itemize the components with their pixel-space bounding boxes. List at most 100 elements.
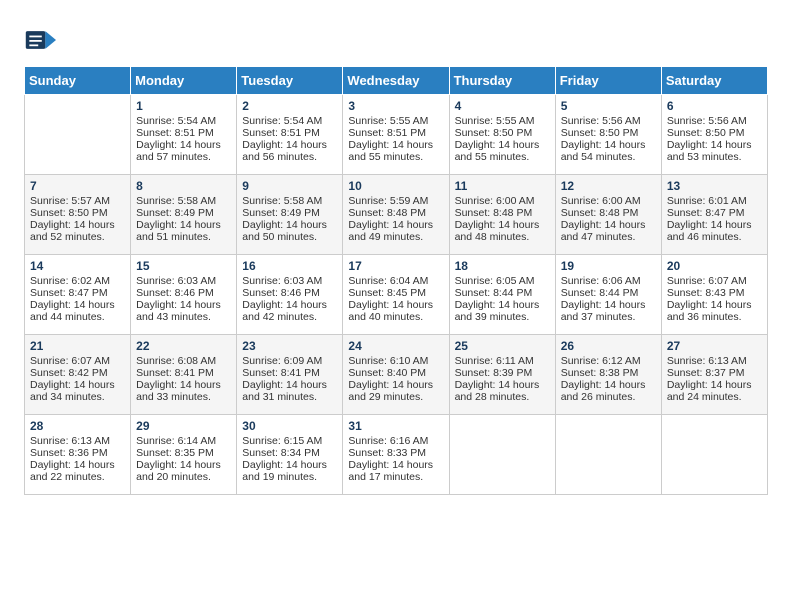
day-number: 25 <box>455 339 550 353</box>
cell-content-line: Sunset: 8:43 PM <box>667 287 762 299</box>
cell-content-line: Sunrise: 6:09 AM <box>242 355 337 367</box>
calendar-cell: 7Sunrise: 5:57 AMSunset: 8:50 PMDaylight… <box>25 175 131 255</box>
day-number: 18 <box>455 259 550 273</box>
cell-content-line: Daylight: 14 hours <box>667 379 762 391</box>
cell-content-line: Sunset: 8:49 PM <box>242 207 337 219</box>
calendar-cell: 24Sunrise: 6:10 AMSunset: 8:40 PMDayligh… <box>343 335 449 415</box>
cell-content-line: Daylight: 14 hours <box>667 299 762 311</box>
calendar-cell: 17Sunrise: 6:04 AMSunset: 8:45 PMDayligh… <box>343 255 449 335</box>
cell-content-line: Sunset: 8:47 PM <box>30 287 125 299</box>
cell-content-line: Sunset: 8:50 PM <box>667 127 762 139</box>
day-number: 28 <box>30 419 125 433</box>
cell-content-line: and 55 minutes. <box>348 151 443 163</box>
logo-icon <box>24 24 56 56</box>
cell-content-line: Daylight: 14 hours <box>455 379 550 391</box>
cell-content-line: and 52 minutes. <box>30 231 125 243</box>
cell-content-line: Daylight: 14 hours <box>242 379 337 391</box>
cell-content-line: and 28 minutes. <box>455 391 550 403</box>
logo <box>24 24 62 56</box>
cell-content-line: Sunrise: 6:04 AM <box>348 275 443 287</box>
calendar-cell: 4Sunrise: 5:55 AMSunset: 8:50 PMDaylight… <box>449 95 555 175</box>
cell-content-line: Sunrise: 5:58 AM <box>242 195 337 207</box>
cell-content-line: Sunset: 8:41 PM <box>242 367 337 379</box>
day-number: 23 <box>242 339 337 353</box>
cell-content-line: Daylight: 14 hours <box>30 219 125 231</box>
calendar-cell: 12Sunrise: 6:00 AMSunset: 8:48 PMDayligh… <box>555 175 661 255</box>
cell-content-line: Sunset: 8:37 PM <box>667 367 762 379</box>
cell-content-line: Daylight: 14 hours <box>242 459 337 471</box>
cell-content-line: and 24 minutes. <box>667 391 762 403</box>
calendar-cell: 14Sunrise: 6:02 AMSunset: 8:47 PMDayligh… <box>25 255 131 335</box>
cell-content-line: Daylight: 14 hours <box>242 139 337 151</box>
calendar-cell: 5Sunrise: 5:56 AMSunset: 8:50 PMDaylight… <box>555 95 661 175</box>
cell-content-line: and 31 minutes. <box>242 391 337 403</box>
day-number: 15 <box>136 259 231 273</box>
week-row-4: 28Sunrise: 6:13 AMSunset: 8:36 PMDayligh… <box>25 415 768 495</box>
cell-content-line: Daylight: 14 hours <box>561 299 656 311</box>
cell-content-line: Daylight: 14 hours <box>136 219 231 231</box>
calendar-cell: 1Sunrise: 5:54 AMSunset: 8:51 PMDaylight… <box>131 95 237 175</box>
cell-content-line: Daylight: 14 hours <box>30 379 125 391</box>
cell-content-line: and 34 minutes. <box>30 391 125 403</box>
calendar-cell: 22Sunrise: 6:08 AMSunset: 8:41 PMDayligh… <box>131 335 237 415</box>
cell-content-line: Sunset: 8:34 PM <box>242 447 337 459</box>
calendar-cell: 19Sunrise: 6:06 AMSunset: 8:44 PMDayligh… <box>555 255 661 335</box>
cell-content-line: and 42 minutes. <box>242 311 337 323</box>
cell-content-line: Daylight: 14 hours <box>561 139 656 151</box>
cell-content-line: Sunrise: 6:16 AM <box>348 435 443 447</box>
day-number: 11 <box>455 179 550 193</box>
cell-content-line: and 47 minutes. <box>561 231 656 243</box>
cell-content-line: Daylight: 14 hours <box>667 219 762 231</box>
cell-content-line: and 22 minutes. <box>30 471 125 483</box>
header-sunday: Sunday <box>25 67 131 95</box>
day-number: 16 <box>242 259 337 273</box>
day-number: 29 <box>136 419 231 433</box>
day-number: 22 <box>136 339 231 353</box>
calendar-cell: 13Sunrise: 6:01 AMSunset: 8:47 PMDayligh… <box>661 175 767 255</box>
calendar-cell: 25Sunrise: 6:11 AMSunset: 8:39 PMDayligh… <box>449 335 555 415</box>
calendar-cell: 20Sunrise: 6:07 AMSunset: 8:43 PMDayligh… <box>661 255 767 335</box>
cell-content-line: Sunset: 8:35 PM <box>136 447 231 459</box>
day-number: 9 <box>242 179 337 193</box>
cell-content-line: Sunrise: 6:03 AM <box>242 275 337 287</box>
header-monday: Monday <box>131 67 237 95</box>
cell-content-line: Sunset: 8:48 PM <box>455 207 550 219</box>
header-tuesday: Tuesday <box>237 67 343 95</box>
cell-content-line: Sunrise: 5:56 AM <box>561 115 656 127</box>
calendar-cell: 30Sunrise: 6:15 AMSunset: 8:34 PMDayligh… <box>237 415 343 495</box>
cell-content-line: Daylight: 14 hours <box>348 379 443 391</box>
cell-content-line: Sunset: 8:46 PM <box>136 287 231 299</box>
day-number: 2 <box>242 99 337 113</box>
cell-content-line: Sunrise: 6:10 AM <box>348 355 443 367</box>
calendar-cell: 27Sunrise: 6:13 AMSunset: 8:37 PMDayligh… <box>661 335 767 415</box>
cell-content-line: Sunset: 8:33 PM <box>348 447 443 459</box>
calendar-cell: 3Sunrise: 5:55 AMSunset: 8:51 PMDaylight… <box>343 95 449 175</box>
cell-content-line: Sunset: 8:47 PM <box>667 207 762 219</box>
calendar-cell: 16Sunrise: 6:03 AMSunset: 8:46 PMDayligh… <box>237 255 343 335</box>
cell-content-line: Sunrise: 6:11 AM <box>455 355 550 367</box>
day-number: 30 <box>242 419 337 433</box>
cell-content-line: and 39 minutes. <box>455 311 550 323</box>
cell-content-line: and 54 minutes. <box>561 151 656 163</box>
cell-content-line: and 33 minutes. <box>136 391 231 403</box>
day-number: 12 <box>561 179 656 193</box>
cell-content-line: Daylight: 14 hours <box>30 459 125 471</box>
day-number: 13 <box>667 179 762 193</box>
cell-content-line: Sunset: 8:50 PM <box>30 207 125 219</box>
calendar-cell: 9Sunrise: 5:58 AMSunset: 8:49 PMDaylight… <box>237 175 343 255</box>
cell-content-line: Sunset: 8:48 PM <box>561 207 656 219</box>
cell-content-line: Daylight: 14 hours <box>667 139 762 151</box>
cell-content-line: Sunrise: 6:13 AM <box>30 435 125 447</box>
cell-content-line: Sunset: 8:49 PM <box>136 207 231 219</box>
cell-content-line: Sunset: 8:42 PM <box>30 367 125 379</box>
cell-content-line: Sunset: 8:51 PM <box>136 127 231 139</box>
cell-content-line: Sunrise: 6:02 AM <box>30 275 125 287</box>
cell-content-line: Sunrise: 5:55 AM <box>348 115 443 127</box>
cell-content-line: and 51 minutes. <box>136 231 231 243</box>
calendar-cell <box>661 415 767 495</box>
cell-content-line: and 57 minutes. <box>136 151 231 163</box>
cell-content-line: and 20 minutes. <box>136 471 231 483</box>
cell-content-line: Sunrise: 6:07 AM <box>667 275 762 287</box>
week-row-0: 1Sunrise: 5:54 AMSunset: 8:51 PMDaylight… <box>25 95 768 175</box>
calendar-cell: 31Sunrise: 6:16 AMSunset: 8:33 PMDayligh… <box>343 415 449 495</box>
